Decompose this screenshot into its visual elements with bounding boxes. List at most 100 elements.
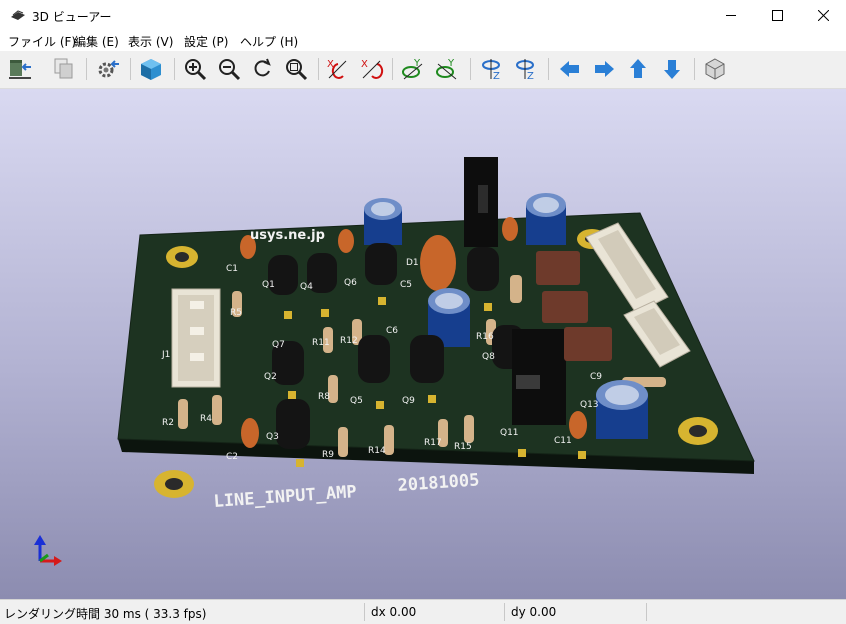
rotate-y-cw-button[interactable]: Y xyxy=(399,55,427,83)
pan-up-icon xyxy=(630,59,646,78)
mounting-hole xyxy=(154,470,194,498)
rotate-z-cw-icon: Z xyxy=(482,59,500,82)
electrolytic-capacitor xyxy=(526,193,566,245)
silkscreen-domain: usys.ne.jp xyxy=(250,228,325,243)
svg-text:Z: Z xyxy=(493,71,500,82)
designator: C11 xyxy=(554,436,572,446)
designator: C6 xyxy=(386,326,398,336)
designator: Q13 xyxy=(580,400,599,410)
minimize-icon xyxy=(725,14,736,16)
pan-right-button[interactable] xyxy=(590,55,618,83)
zoom-fit-button[interactable] xyxy=(282,55,310,83)
orthographic-cube-icon xyxy=(705,58,725,80)
app-icon xyxy=(11,10,25,20)
zoom-fit-icon xyxy=(286,59,308,81)
reload-board-button[interactable] xyxy=(6,55,34,83)
settings-icon xyxy=(98,60,119,78)
status-dx: dx 0.00 xyxy=(371,605,417,619)
close-icon xyxy=(817,9,829,21)
3d-viewport[interactable]: C1 R5 J1 R2 R4 C2 Q1 Q2 Q3 Q4 Q5 Q6 Q7 Q… xyxy=(0,89,846,599)
menu-view[interactable]: 表示 (V) xyxy=(128,33,173,50)
designator: D1 xyxy=(406,258,419,268)
settings-button[interactable] xyxy=(94,55,122,83)
pan-left-button[interactable] xyxy=(556,55,584,83)
designator: Q11 xyxy=(500,428,519,438)
status-bar: レンダリング時間 30 ms ( 33.3 fps) dx 0.00 dy 0.… xyxy=(0,599,846,624)
pan-down-icon xyxy=(664,60,680,79)
designator: R15 xyxy=(454,442,472,452)
designator: C1 xyxy=(226,264,238,274)
menu-help[interactable]: ヘルプ (H) xyxy=(240,33,298,50)
designator: C2 xyxy=(226,452,238,462)
copy-image-button[interactable] xyxy=(50,55,78,83)
rotate-z-ccw-button[interactable]: Z xyxy=(512,55,540,83)
axis-triad xyxy=(34,535,62,566)
designator: R11 xyxy=(312,338,330,348)
connector-j1 xyxy=(171,288,221,388)
designator: R14 xyxy=(368,446,386,456)
designator: Q1 xyxy=(262,280,275,290)
zoom-in-button[interactable] xyxy=(181,55,209,83)
designator: R9 xyxy=(322,450,334,460)
designator: R16 xyxy=(476,332,494,342)
rotate-y-ccw-button[interactable]: Y xyxy=(433,55,461,83)
orthographic-button[interactable] xyxy=(701,55,729,83)
close-button[interactable] xyxy=(800,0,846,30)
rotate-x-cw-icon: X xyxy=(327,59,347,79)
designator: R2 xyxy=(162,418,174,428)
zoom-out-icon xyxy=(219,59,241,81)
rotate-y-cw-icon: Y xyxy=(402,58,423,80)
raytracing-button[interactable] xyxy=(137,55,165,83)
designator: R17 xyxy=(424,438,442,448)
designator: Q5 xyxy=(350,396,363,406)
designator: Q7 xyxy=(272,340,285,350)
render-time: レンダリング時間 30 ms ( 33.3 fps) xyxy=(4,607,207,621)
maximize-button[interactable] xyxy=(754,0,800,30)
designator: R12 xyxy=(340,336,358,346)
pcb-render: C1 R5 J1 R2 R4 C2 Q1 Q2 Q3 Q4 Q5 Q6 Q7 Q… xyxy=(34,157,755,566)
designator: Q3 xyxy=(266,432,279,442)
rotate-x-ccw-button[interactable]: X xyxy=(357,55,385,83)
zoom-out-button[interactable] xyxy=(215,55,243,83)
redraw-button[interactable] xyxy=(248,55,276,83)
electrolytic-capacitor xyxy=(364,198,402,245)
designator: R5 xyxy=(230,308,242,318)
menu-preferences[interactable]: 設定 (P) xyxy=(184,33,228,50)
designator: C9 xyxy=(590,372,602,382)
designator: Q8 xyxy=(482,352,495,362)
minimize-button[interactable] xyxy=(708,0,754,30)
menu-bar: ファイル (F) 編集 (E) 表示 (V) 設定 (P) ヘルプ (H) xyxy=(0,30,846,51)
rotate-z-ccw-icon: Z xyxy=(516,59,534,82)
zoom-in-icon xyxy=(185,59,207,81)
rotate-z-cw-button[interactable]: Z xyxy=(478,55,506,83)
title-bar: 3D ビューアー xyxy=(0,0,846,30)
designator: R4 xyxy=(200,414,212,424)
pan-left-icon xyxy=(560,61,579,77)
designator: C5 xyxy=(400,280,412,290)
pan-up-button[interactable] xyxy=(624,55,652,83)
designator: Q9 xyxy=(402,396,415,406)
copy-image-icon xyxy=(54,58,73,79)
designator: Q4 xyxy=(300,282,313,292)
mounting-hole xyxy=(678,417,718,445)
pan-right-icon xyxy=(595,61,614,77)
designator: J1 xyxy=(161,350,170,360)
reload-board-icon xyxy=(9,60,31,79)
designator: Q6 xyxy=(344,278,357,288)
designator: R8 xyxy=(318,392,330,402)
mounting-hole xyxy=(166,246,198,268)
redraw-icon xyxy=(254,58,271,77)
pan-down-button[interactable] xyxy=(658,55,686,83)
window-title: 3D ビューアー xyxy=(32,10,112,24)
rotate-y-ccw-icon: Y xyxy=(436,58,457,80)
maximize-icon xyxy=(771,9,783,21)
raytracing-cube-icon xyxy=(141,59,161,80)
rotate-x-cw-button[interactable]: X xyxy=(323,55,351,83)
menu-file[interactable]: ファイル (F) xyxy=(8,33,76,50)
silkscreen-title: LINE_INPUT_AMP xyxy=(213,482,357,512)
rotate-x-ccw-icon: X xyxy=(361,59,384,79)
film-capacitor xyxy=(420,235,456,291)
status-dy: dy 0.00 xyxy=(511,605,557,619)
menu-edit[interactable]: 編集 (E) xyxy=(74,33,119,50)
svg-text:X: X xyxy=(361,59,368,70)
